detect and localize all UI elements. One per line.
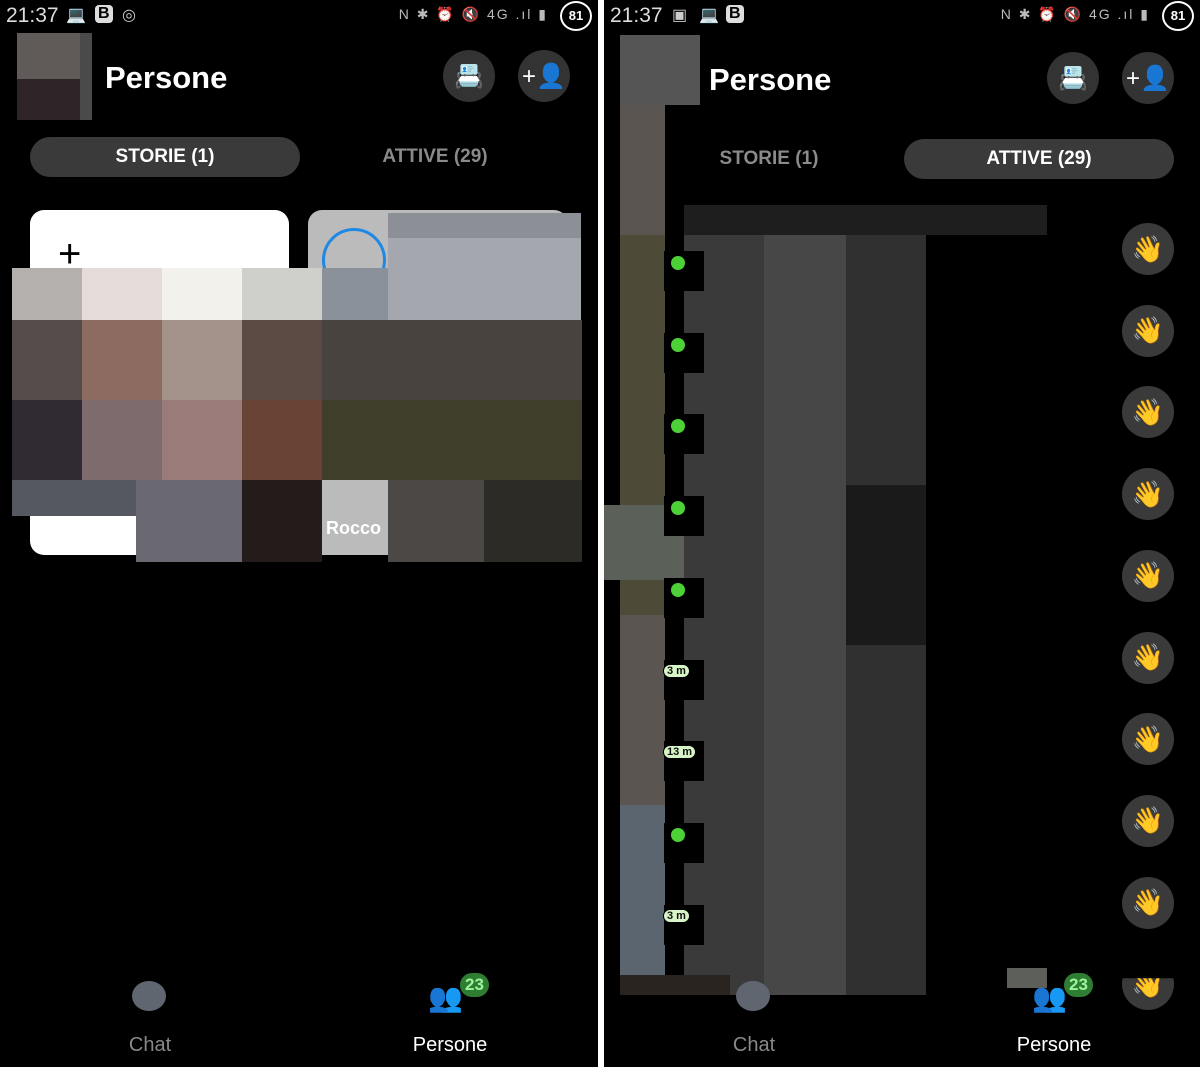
avatar	[664, 496, 704, 537]
messenger-icon: ◎	[122, 7, 136, 24]
online-dot	[671, 501, 685, 516]
battery-indicator: 81	[1162, 1, 1194, 31]
nav-chat-label: Chat	[732, 1034, 776, 1056]
b-app-icon: B	[95, 5, 113, 23]
status-icons: N ✱ ⏰ 🔇 4G .ıl ▮	[398, 6, 548, 22]
people-badge: 23	[458, 971, 491, 999]
add-person-button[interactable]: +👤	[1122, 52, 1174, 104]
nav-chat-label: Chat	[128, 1034, 172, 1056]
add-person-button[interactable]: +👤	[518, 50, 570, 102]
page-title: Persone	[105, 60, 228, 95]
status-bar: 21:37 ▣ 💻 B N ✱ ⏰ 🔇 4G .ıl ▮ 81	[604, 0, 1200, 32]
avatar	[664, 414, 704, 455]
list-item[interactable]: 3 m 👋	[604, 631, 1200, 734]
laptop-icon: 💻	[699, 7, 719, 24]
wave-button[interactable]: 👋	[1122, 631, 1174, 684]
online-dot	[671, 582, 685, 597]
list-item[interactable]: 13 m 👋	[604, 713, 1200, 815]
list-item[interactable]: 👋	[604, 549, 1200, 652]
wave-button[interactable]: 👋	[1122, 876, 1174, 929]
wave-button[interactable]: 👋	[1122, 304, 1174, 357]
wave-button[interactable]: 👋	[1122, 713, 1174, 766]
nav-persone-label: Persone	[1016, 1034, 1092, 1056]
contacts-book-icon: 📇	[1058, 64, 1088, 92]
battery-indicator: 81	[560, 1, 592, 31]
wave-hand-icon: 👋	[1131, 805, 1165, 836]
online-dot	[671, 256, 685, 270]
list-item[interactable]: 👋	[604, 223, 1200, 325]
online-dot	[671, 419, 685, 434]
list-item[interactable]: 👋	[604, 304, 1200, 407]
add-person-icon: +👤	[1126, 64, 1170, 92]
nav-persone[interactable]: 👥 23 Persone	[370, 971, 530, 1067]
tab-attive[interactable]: ATTIVE (29)	[300, 137, 570, 177]
wave-hand-icon: 👋	[1131, 478, 1165, 509]
wave-hand-icon: 👋	[1131, 233, 1165, 264]
chat-bubble-icon	[132, 981, 166, 1011]
wave-button[interactable]: 👋	[1122, 468, 1174, 521]
wave-hand-icon: 👋	[1131, 887, 1165, 918]
list-item[interactable]: 👋	[604, 468, 1200, 570]
online-dot	[671, 827, 685, 842]
bottom-nav: Chat 👥 23 Persone	[604, 971, 1200, 1067]
laptop-icon: 💻	[66, 7, 86, 24]
story-name: Rocco	[326, 518, 382, 538]
nav-persone[interactable]: 👥 23 Persone	[974, 971, 1134, 1067]
wave-hand-icon: 👋	[1131, 642, 1165, 672]
add-person-icon: +👤	[522, 62, 566, 90]
avatar: 3 m	[663, 904, 704, 945]
clock: 21:37	[610, 4, 663, 27]
avatar	[664, 577, 704, 618]
wave-button[interactable]: 👋	[1122, 549, 1174, 602]
avatar	[664, 822, 704, 863]
wave-button[interactable]: 👋	[1122, 223, 1174, 275]
contacts-book-icon: 📇	[454, 62, 484, 90]
list-item[interactable]: 👋	[604, 794, 1200, 897]
list-item[interactable]: 👋	[604, 386, 1200, 488]
contacts-button[interactable]: 📇	[443, 50, 495, 102]
screen-storie: 21:37 💻 B ◎ N ✱ ⏰ 🔇 4G .ıl ▮ 81 Persone …	[0, 0, 598, 1067]
clock: 21:37	[6, 4, 59, 27]
avatar	[664, 251, 704, 291]
avatar: 13 m	[663, 741, 704, 782]
list-item[interactable]: 3 m 👋	[604, 876, 1200, 979]
tab-storie[interactable]: STORIE (1)	[30, 137, 300, 177]
wave-hand-icon: 👋	[1131, 560, 1165, 591]
contacts-button[interactable]: 📇	[1047, 52, 1099, 104]
add-story-label: Aggiungi	[46, 518, 124, 538]
gallery-icon: ▣	[672, 7, 688, 24]
avatar: 3 m	[663, 659, 704, 700]
bottom-nav: Chat 👥 23 Persone	[0, 971, 598, 1067]
status-bar: 21:37 💻 B ◎ N ✱ ⏰ 🔇 4G .ıl ▮ 81	[0, 0, 598, 32]
avatar	[664, 332, 704, 373]
status-icons: N ✱ ⏰ 🔇 4G .ıl ▮	[1000, 6, 1150, 22]
nav-chat[interactable]: Chat	[674, 977, 834, 1067]
last-active-badge: 3 m	[663, 663, 690, 678]
b-app-icon: B	[726, 5, 744, 23]
wave-button[interactable]: 👋	[1122, 386, 1174, 439]
nav-chat[interactable]: Chat	[70, 977, 230, 1067]
screen-attive: 21:37 ▣ 💻 B N ✱ ⏰ 🔇 4G .ıl ▮ 81 Persone …	[604, 0, 1200, 1067]
wave-hand-icon: 👋	[1131, 396, 1165, 427]
wave-button[interactable]: 👋	[1122, 794, 1174, 847]
chat-bubble-icon	[736, 981, 770, 1011]
wave-hand-icon: 👋	[1131, 315, 1165, 346]
last-active-badge: 13 m	[663, 745, 697, 760]
pixelated-story-content	[12, 213, 582, 563]
online-dot	[671, 337, 685, 352]
profile-avatar[interactable]	[17, 33, 92, 120]
nav-persone-label: Persone	[412, 1034, 488, 1056]
wave-hand-icon: 👋	[1131, 723, 1165, 754]
last-active-badge: 3 m	[663, 908, 690, 923]
people-badge: 23	[1062, 971, 1095, 999]
